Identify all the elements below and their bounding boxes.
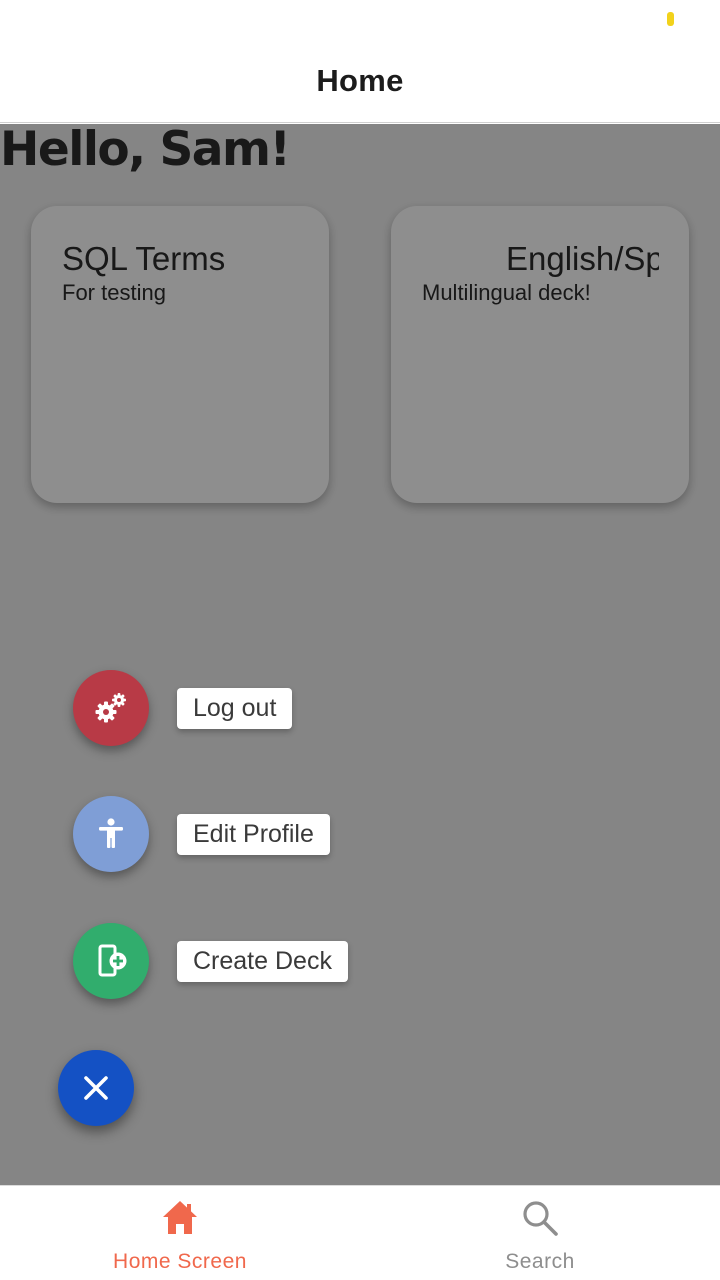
home-icon bbox=[163, 1201, 197, 1234]
accessibility-person-icon bbox=[99, 818, 123, 848]
page-title: Home bbox=[316, 63, 404, 98]
logout-label[interactable]: Log out bbox=[177, 688, 293, 729]
status-bar bbox=[0, 0, 720, 40]
search-icon bbox=[523, 1201, 558, 1236]
fab-menu-backdrop[interactable] bbox=[0, 124, 720, 1185]
create-deck-fab[interactable] bbox=[73, 923, 149, 999]
tab-search[interactable]: Search bbox=[360, 1186, 720, 1280]
tab-label: Search bbox=[505, 1250, 575, 1273]
status-indicator bbox=[667, 12, 674, 26]
gears-icon bbox=[95, 693, 126, 723]
close-icon bbox=[84, 1076, 108, 1100]
add-card-icon bbox=[98, 944, 127, 977]
edit-profile-label[interactable]: Edit Profile bbox=[177, 814, 330, 855]
create-deck-label[interactable]: Create Deck bbox=[177, 941, 348, 982]
bottom-tab-bar: Home Screen Search bbox=[0, 1185, 720, 1280]
tab-label: Home Screen bbox=[113, 1250, 247, 1273]
close-fab-button[interactable] bbox=[58, 1050, 134, 1126]
logout-fab[interactable] bbox=[73, 670, 149, 746]
edit-profile-fab[interactable] bbox=[73, 796, 149, 872]
tab-home-screen[interactable]: Home Screen bbox=[0, 1186, 360, 1280]
nav-header: Home bbox=[0, 40, 720, 123]
